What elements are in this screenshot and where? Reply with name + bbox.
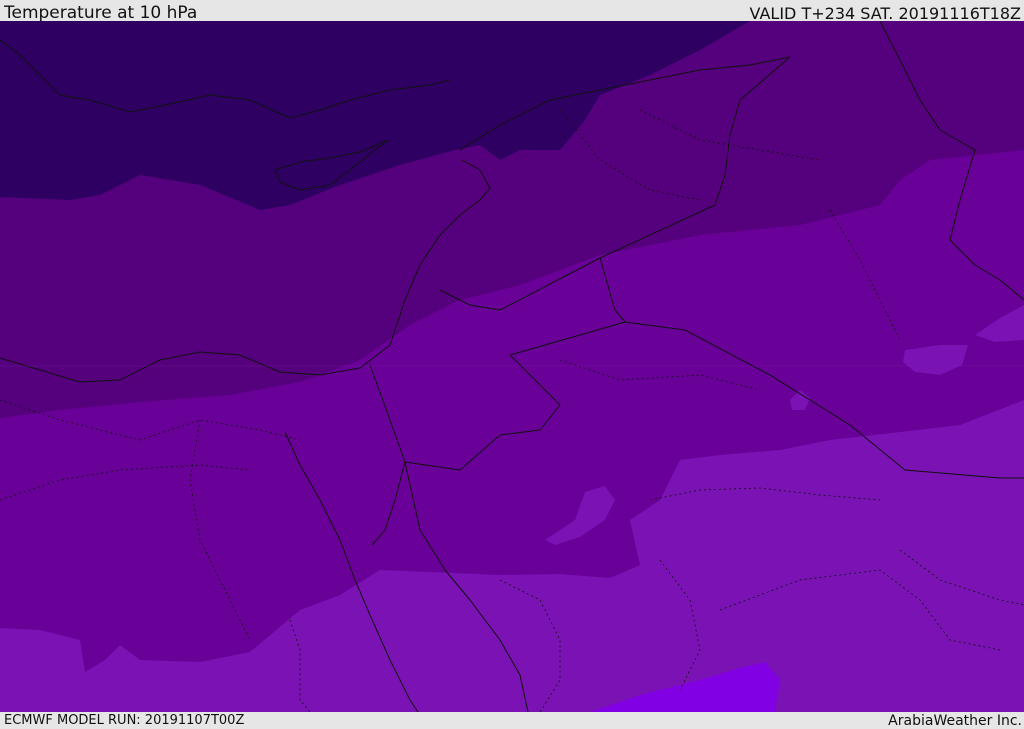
header-bar: Temperature at 10 hPa VALID T+234 SAT. 2… xyxy=(0,0,1024,23)
temperature-map[interactable] xyxy=(0,21,1024,712)
model-run-label: ECMWF MODEL RUN: 20191107T00Z xyxy=(4,713,245,728)
credit-label: ArabiaWeather Inc. xyxy=(888,713,1022,729)
footer-bar: ECMWF MODEL RUN: 20191107T00Z ArabiaWeat… xyxy=(0,712,1024,729)
map-title: Temperature at 10 hPa xyxy=(4,3,198,23)
